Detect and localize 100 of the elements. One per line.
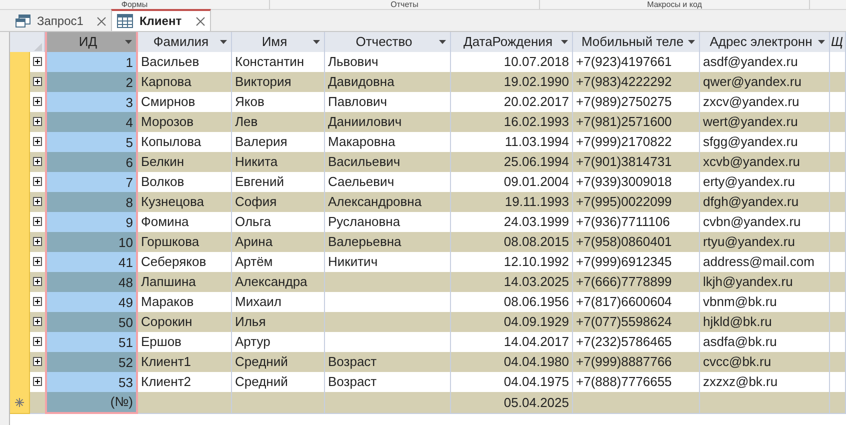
- table-cell: [830, 252, 846, 272]
- table-cell: 14.03.2025: [451, 272, 573, 292]
- close-icon[interactable]: [97, 16, 106, 26]
- dropdown-caret-icon[interactable]: [561, 40, 568, 44]
- close-icon[interactable]: [196, 16, 205, 26]
- table-cell: Яков: [232, 92, 325, 112]
- table-cell: hjkld@bk.ru: [700, 312, 830, 332]
- dropdown-caret-icon[interactable]: [439, 40, 446, 44]
- expand-plus-icon[interactable]: [33, 57, 42, 66]
- expand-plus-icon[interactable]: [33, 137, 42, 146]
- table-cell: Ершов: [138, 332, 232, 352]
- table-cell: Ольга: [232, 212, 325, 232]
- table-cell: dfgh@yandex.ru: [700, 192, 830, 212]
- table-cell: 09.01.2004: [451, 172, 573, 192]
- table-cell: [830, 392, 846, 414]
- table-cell: Виктория: [232, 72, 325, 92]
- table-cell: 04.04.1975: [451, 372, 573, 392]
- dropdown-caret-icon[interactable]: [688, 40, 695, 44]
- dropdown-caret-icon[interactable]: [220, 40, 227, 44]
- tab-label: Запрос1: [37, 13, 84, 30]
- table-cell: Александра: [232, 272, 325, 292]
- table-cell: 10.07.2018: [451, 52, 573, 72]
- expand-plus-icon[interactable]: [33, 317, 42, 326]
- table-cell: Давидовна: [325, 72, 451, 92]
- record-selector[interactable]: [10, 392, 30, 414]
- table-cell: 3: [45, 92, 138, 112]
- table-cell: Львович: [325, 52, 451, 72]
- table-cell: (№): [45, 392, 138, 414]
- table-cell: zxcv@yandex.ru: [700, 92, 830, 112]
- table-cell: +7(817)6600604: [573, 292, 700, 312]
- table-cell: [830, 352, 846, 372]
- expand-plus-icon[interactable]: [33, 337, 42, 346]
- expand-plus-icon[interactable]: [33, 257, 42, 266]
- asterisk-icon: [15, 398, 24, 407]
- expand-plus-icon[interactable]: [33, 217, 42, 226]
- ribbon-group-label: Отчеты: [390, 0, 418, 9]
- table-cell: xcvb@yandex.ru: [700, 152, 830, 172]
- table-cell: 52: [45, 352, 138, 372]
- table-cell: [830, 172, 846, 192]
- table-cell: +7(981)2571600: [573, 112, 700, 132]
- document-tab[interactable]: Клиент: [111, 9, 211, 31]
- table-cell: 1: [45, 52, 138, 72]
- table-cell: 6: [45, 152, 138, 172]
- table-cell: [830, 372, 846, 392]
- dropdown-caret-icon[interactable]: [313, 40, 320, 44]
- table-cell: [830, 112, 846, 132]
- column-header[interactable]: Щ: [830, 32, 846, 52]
- table-cell: Макаровна: [325, 132, 451, 152]
- table-cell: qwer@yandex.ru: [700, 72, 830, 92]
- expand-plus-icon[interactable]: [33, 357, 42, 366]
- dropdown-caret-icon[interactable]: [125, 40, 132, 44]
- table-cell: 04.04.1980: [451, 352, 573, 372]
- table-cell: +7(999)8887766: [573, 352, 700, 372]
- table-cell: Артём: [232, 252, 325, 272]
- table-cell: Волков: [138, 172, 232, 192]
- table-cell: Павлович: [325, 92, 451, 112]
- table-cell: Морозов: [138, 112, 232, 132]
- column-header[interactable]: ИД: [45, 32, 138, 52]
- table-cell: Лапшина: [138, 272, 232, 292]
- table-cell: 9: [45, 212, 138, 232]
- table-cell: Васильевич: [325, 152, 451, 172]
- table-cell: [830, 232, 846, 252]
- dropdown-caret-icon[interactable]: [818, 40, 825, 44]
- table-cell: Копылова: [138, 132, 232, 152]
- column-title: Имя: [260, 33, 288, 51]
- expand-plus-icon[interactable]: [33, 237, 42, 246]
- table-cell: asdfa@bk.ru: [700, 332, 830, 352]
- table-cell: Клиент1: [138, 352, 232, 372]
- table-cell: +7(077)5598624: [573, 312, 700, 332]
- table-cell: [830, 272, 846, 292]
- table-cell: +7(232)5786465: [573, 332, 700, 352]
- column-title: Фамилия: [152, 33, 210, 51]
- table-cell: +7(888)7776655: [573, 372, 700, 392]
- table-cell: Евгений: [232, 172, 325, 192]
- expand-plus-icon[interactable]: [33, 157, 42, 166]
- expand-plus-icon[interactable]: [33, 377, 42, 386]
- table-cell: +7(936)7711106: [573, 212, 700, 232]
- expand-plus-icon[interactable]: [33, 297, 42, 306]
- column-title: Адрес электронн: [708, 33, 814, 51]
- table-cell: 4: [45, 112, 138, 132]
- table-cell: 50: [45, 312, 138, 332]
- table-cell: Возраст: [325, 372, 451, 392]
- table-cell: Илья: [232, 312, 325, 332]
- table-cell: Саельевич: [325, 172, 451, 192]
- expand-plus-icon[interactable]: [33, 77, 42, 86]
- table-cell: 49: [45, 292, 138, 312]
- tab-label: Клиент: [139, 13, 182, 30]
- table-cell: vbnm@bk.ru: [700, 292, 830, 312]
- table-cell: asdf@yandex.ru: [700, 52, 830, 72]
- expand-plus-icon[interactable]: [33, 117, 42, 126]
- expand-plus-icon[interactable]: [33, 97, 42, 106]
- table-cell: 16.02.1993: [451, 112, 573, 132]
- expand-plus-icon[interactable]: [33, 197, 42, 206]
- document-tab[interactable]: Запрос1: [10, 11, 112, 31]
- expand-plus-icon[interactable]: [33, 277, 42, 286]
- table-cell: 08.06.1956: [451, 292, 573, 312]
- expand-plus-icon[interactable]: [33, 177, 42, 186]
- table-cell: 41: [45, 252, 138, 272]
- table-cell: 19.02.1990: [451, 72, 573, 92]
- table-cell: 12.10.1992: [451, 252, 573, 272]
